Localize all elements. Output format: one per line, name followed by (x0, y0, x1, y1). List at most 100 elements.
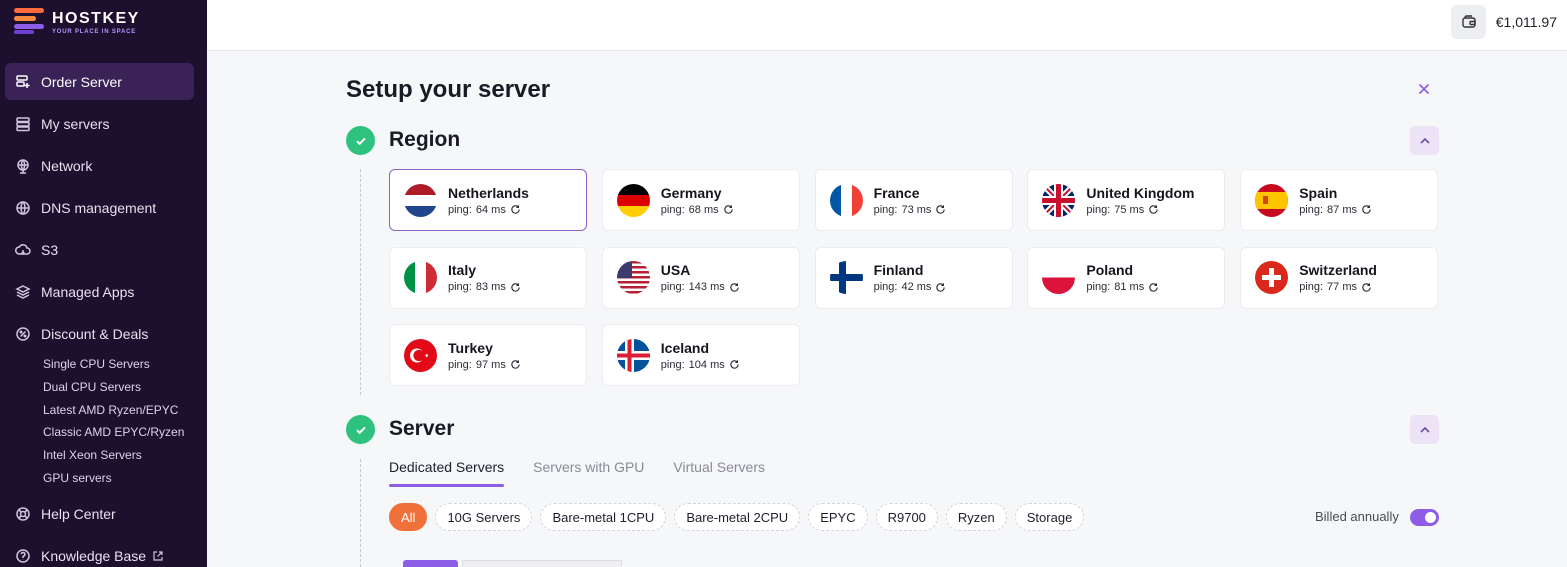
spain-flag-icon (1255, 183, 1289, 217)
region-card-spain[interactable]: Spain ping: 87 ms (1240, 169, 1439, 231)
region-card-usa[interactable]: USA ping: 143 ms (601, 246, 800, 309)
ping-readout: ping: 77 ms (1299, 281, 1377, 293)
wallet-icon (1461, 15, 1476, 28)
sidebar-item-label: Discount & Deals (41, 325, 149, 342)
tab-virtual-servers[interactable]: Virtual Servers (673, 459, 765, 485)
sidebar-item-managed-apps[interactable]: Managed Apps (5, 273, 194, 310)
region-card-turkey[interactable]: Turkey ping: 97 ms (389, 324, 587, 386)
ping-readout: ping: 64 ms (448, 204, 529, 216)
refresh-icon[interactable] (935, 282, 946, 293)
filter-chip-r9700[interactable]: R9700 (875, 503, 938, 531)
sidebar-item-dns[interactable]: DNS management (5, 189, 194, 226)
poland-flag-icon (1042, 261, 1076, 294)
sidebar-item-label: Knowledge Base (41, 548, 147, 565)
cloud-icon (15, 242, 31, 258)
filter-chip-bare-metal-2cpu[interactable]: Bare-metal 2CPU (674, 503, 801, 531)
ping-label: ping: (660, 203, 685, 216)
tab-dedicated-servers[interactable]: Dedicated Servers (389, 459, 505, 487)
sidebar-item-label: S3 (41, 241, 59, 258)
region-card-finland[interactable]: Finland ping: 42 ms (814, 246, 1013, 309)
server-badge (403, 560, 458, 567)
sidebar-item-network[interactable]: Network (5, 147, 194, 184)
region-card-united-kingdom[interactable]: United Kingdom ping: 75 ms (1027, 169, 1226, 231)
deal-link-latest-amd[interactable]: Latest AMD Ryzen/EPYC (43, 399, 194, 422)
discount-icon (15, 326, 31, 342)
filter-chip-ryzen[interactable]: Ryzen (945, 503, 1007, 531)
country-name: USA (660, 262, 691, 278)
ping-label: ping: (448, 203, 472, 216)
ping-label: ping: (1299, 281, 1324, 293)
refresh-icon[interactable] (510, 204, 521, 215)
region-card-poland[interactable]: Poland ping: 81 ms (1027, 246, 1226, 309)
deal-link-single-cpu[interactable]: Single CPU Servers (43, 353, 194, 376)
sidebar-item-help-center[interactable]: Help Center (5, 496, 194, 533)
ping-label: ping: (448, 358, 472, 371)
ping-value: 104 ms (688, 358, 725, 371)
filter-chip-storage[interactable]: Storage (1014, 503, 1085, 531)
refresh-icon[interactable] (510, 359, 521, 370)
chevron-up-icon (1419, 137, 1430, 144)
filter-chip-all[interactable]: All (389, 503, 428, 531)
refresh-icon[interactable] (1148, 204, 1159, 215)
refresh-icon[interactable] (723, 204, 734, 215)
region-collapse-button[interactable] (1410, 126, 1439, 155)
ping-value: 83 ms (475, 281, 506, 293)
country-name: Iceland (660, 339, 710, 356)
refresh-icon[interactable] (935, 204, 946, 215)
billed-annually-toggle[interactable] (1410, 509, 1439, 526)
deal-link-gpu[interactable]: GPU servers (43, 467, 194, 490)
country-name: Spain (1299, 184, 1338, 201)
region-section-header: Region (346, 126, 1440, 158)
ping-value: 64 ms (475, 203, 506, 216)
region-card-italy[interactable]: Italy ping: 83 ms (389, 246, 587, 309)
germany-flag-icon (616, 183, 650, 217)
refresh-icon[interactable] (729, 359, 740, 370)
sidebar-item-label: DNS management (41, 199, 157, 216)
server-collapse-button[interactable] (1410, 415, 1439, 444)
ping-value: 75 ms (1114, 203, 1145, 216)
network-icon (15, 158, 31, 174)
chevron-up-icon (1419, 426, 1430, 433)
refresh-icon[interactable] (1361, 282, 1372, 293)
region-rail (360, 169, 361, 395)
tab-servers-with-gpu[interactable]: Servers with GPU (533, 459, 644, 485)
refresh-icon[interactable] (729, 282, 740, 293)
ping-value: 87 ms (1327, 203, 1358, 216)
ping-readout: ping: 104 ms (661, 359, 740, 371)
ping-readout: ping: 73 ms (874, 204, 947, 216)
hostkey-logo[interactable]: HOSTKEY YOUR PLACE IN SPACE (14, 7, 140, 37)
usa-flag-icon (616, 261, 650, 294)
sidebar-item-s3[interactable]: S3 (5, 231, 194, 268)
sidebar: HOSTKEY YOUR PLACE IN SPACE Order Server… (0, 0, 207, 567)
country-name: Netherlands (448, 184, 529, 201)
server-filter-chips: All 10G Servers Bare-metal 1CPU Bare-met… (389, 503, 1092, 531)
region-card-iceland[interactable]: Iceland ping: 104 ms (601, 324, 800, 386)
sidebar-item-discounts[interactable]: Discount & Deals (5, 315, 194, 352)
filter-chip-10g[interactable]: 10G Servers (435, 503, 533, 531)
refresh-icon[interactable] (1148, 282, 1159, 293)
servers-icon (15, 116, 31, 132)
server-list-peek (403, 560, 622, 567)
region-card-netherlands[interactable]: Netherlands ping: 64 ms (389, 169, 587, 231)
sidebar-item-my-servers[interactable]: My servers (5, 105, 194, 142)
ping-label: ping: (660, 358, 685, 371)
region-card-france[interactable]: France ping: 73 ms (814, 169, 1013, 231)
ping-value: 68 ms (688, 203, 719, 216)
deal-link-classic-amd[interactable]: Classic AMD EPYC/Ryzen (43, 421, 194, 444)
region-card-switzerland[interactable]: Switzerland ping: 77 ms (1240, 246, 1439, 309)
region-card-germany[interactable]: Germany ping: 68 ms (601, 169, 800, 231)
sidebar-item-order-server[interactable]: Order Server (5, 63, 194, 100)
filter-chip-epyc[interactable]: EPYC (808, 503, 868, 531)
close-icon[interactable] (1416, 81, 1432, 97)
sidebar-item-knowledge-base[interactable]: Knowledge Base (5, 538, 194, 567)
deal-link-dual-cpu[interactable]: Dual CPU Servers (43, 376, 194, 399)
account-balance[interactable]: €1,011.97 (1496, 14, 1557, 30)
refresh-icon[interactable] (510, 282, 521, 293)
refresh-icon[interactable] (1361, 204, 1372, 215)
iceland-flag-icon (616, 338, 650, 372)
check-icon (346, 415, 375, 444)
deal-link-intel-xeon[interactable]: Intel Xeon Servers (43, 444, 194, 467)
wallet-button[interactable] (1451, 5, 1486, 39)
filter-chip-bare-metal-1cpu[interactable]: Bare-metal 1CPU (540, 503, 667, 531)
ping-label: ping: (448, 281, 472, 293)
